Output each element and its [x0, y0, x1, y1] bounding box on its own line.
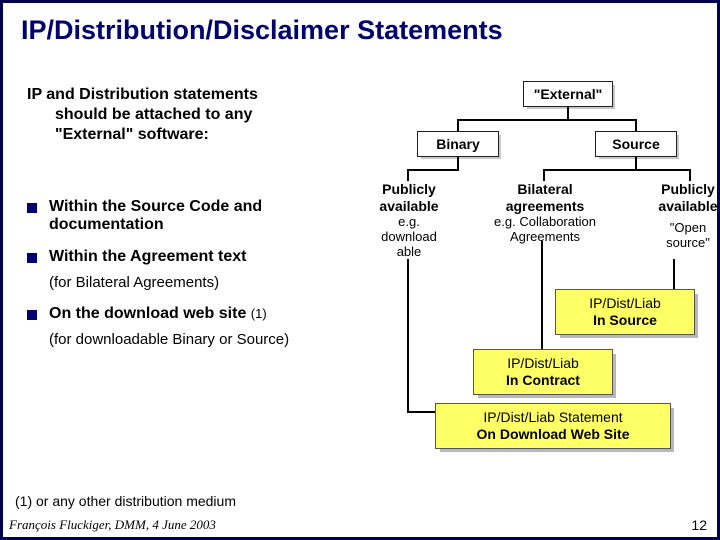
connector: [407, 169, 459, 171]
bullet-website-note: (1): [251, 306, 267, 321]
t: available: [658, 198, 717, 214]
intro-line2: should be attached to any: [27, 106, 252, 123]
t: agreements: [506, 198, 585, 214]
intro-text: IP and Distribution statements should be…: [27, 85, 337, 145]
node-source: Source: [595, 131, 677, 157]
connector: [635, 157, 637, 169]
connector: [407, 411, 437, 413]
page-number: 12: [691, 517, 707, 533]
leaf-public-source: Publicly available "Open source": [649, 181, 720, 251]
author-credit: François Fluckiger, DMM, 4 June 2003: [9, 517, 216, 533]
bullet-agreement-sub: (for Bilateral Agreements): [49, 274, 367, 291]
t: Publicly: [661, 181, 715, 197]
bullet-website-sub: (for downloadable Binary or Source): [49, 331, 367, 348]
connector: [457, 119, 637, 121]
callout-web-site: IP/Dist/Liab Statement On Download Web S…: [435, 403, 671, 449]
t: Publicly: [382, 181, 436, 197]
t: e.g. Collaboration: [494, 214, 596, 229]
t: able: [397, 244, 422, 259]
node-binary: Binary: [417, 131, 499, 157]
bullet-agreement-text: Within the Agreement text: [49, 248, 247, 265]
diagram: "External" Binary Source Publicly availa…: [373, 81, 703, 451]
t: In Contract: [506, 372, 580, 388]
t: Agreements: [510, 229, 580, 244]
connector: [689, 169, 691, 181]
bullet-website-text: On the download web site: [49, 305, 251, 322]
connector: [407, 259, 409, 411]
t: e.g.: [398, 214, 420, 229]
t: IP/Dist/Liab Statement: [483, 409, 622, 425]
bullet-list: Within the Source Code and documentation…: [27, 198, 367, 362]
intro-line1: IP and Distribution statements: [27, 86, 258, 103]
t: Bilateral: [517, 181, 572, 197]
intro-line3: "External" software:: [27, 126, 209, 143]
connector: [543, 169, 691, 171]
t: IP/Dist/Liab: [589, 295, 661, 311]
leaf-public-binary: Publicly available e.g. download able: [373, 181, 445, 260]
leaf-bilateral: Bilateral agreements e.g. Collaboration …: [485, 181, 605, 245]
t: IP/Dist/Liab: [507, 355, 579, 371]
connector: [407, 169, 409, 181]
slide-title: IP/Distribution/Disclaimer Statements: [3, 3, 717, 46]
t: available: [379, 198, 438, 214]
connector: [541, 241, 543, 349]
connector: [635, 119, 637, 131]
bullet-agreement: Within the Agreement text (for Bilateral…: [27, 248, 367, 291]
footnote: (1) or any other distribution medium: [15, 493, 236, 509]
node-external: "External": [523, 81, 613, 107]
connector: [543, 169, 545, 181]
connector: [457, 157, 459, 169]
connector: [673, 259, 675, 289]
t: "Open: [670, 220, 706, 235]
connector: [457, 119, 459, 131]
bullet-website: On the download web site (1) (for downlo…: [27, 305, 367, 348]
t: On Download Web Site: [477, 426, 630, 442]
t: In Source: [593, 312, 657, 328]
callout-in-source: IP/Dist/Liab In Source: [555, 289, 695, 335]
bullet-source-code: Within the Source Code and documentation: [27, 198, 367, 234]
t: download: [381, 229, 437, 244]
callout-in-contract: IP/Dist/Liab In Contract: [473, 349, 613, 395]
connector: [567, 107, 569, 119]
t: source": [666, 235, 710, 250]
